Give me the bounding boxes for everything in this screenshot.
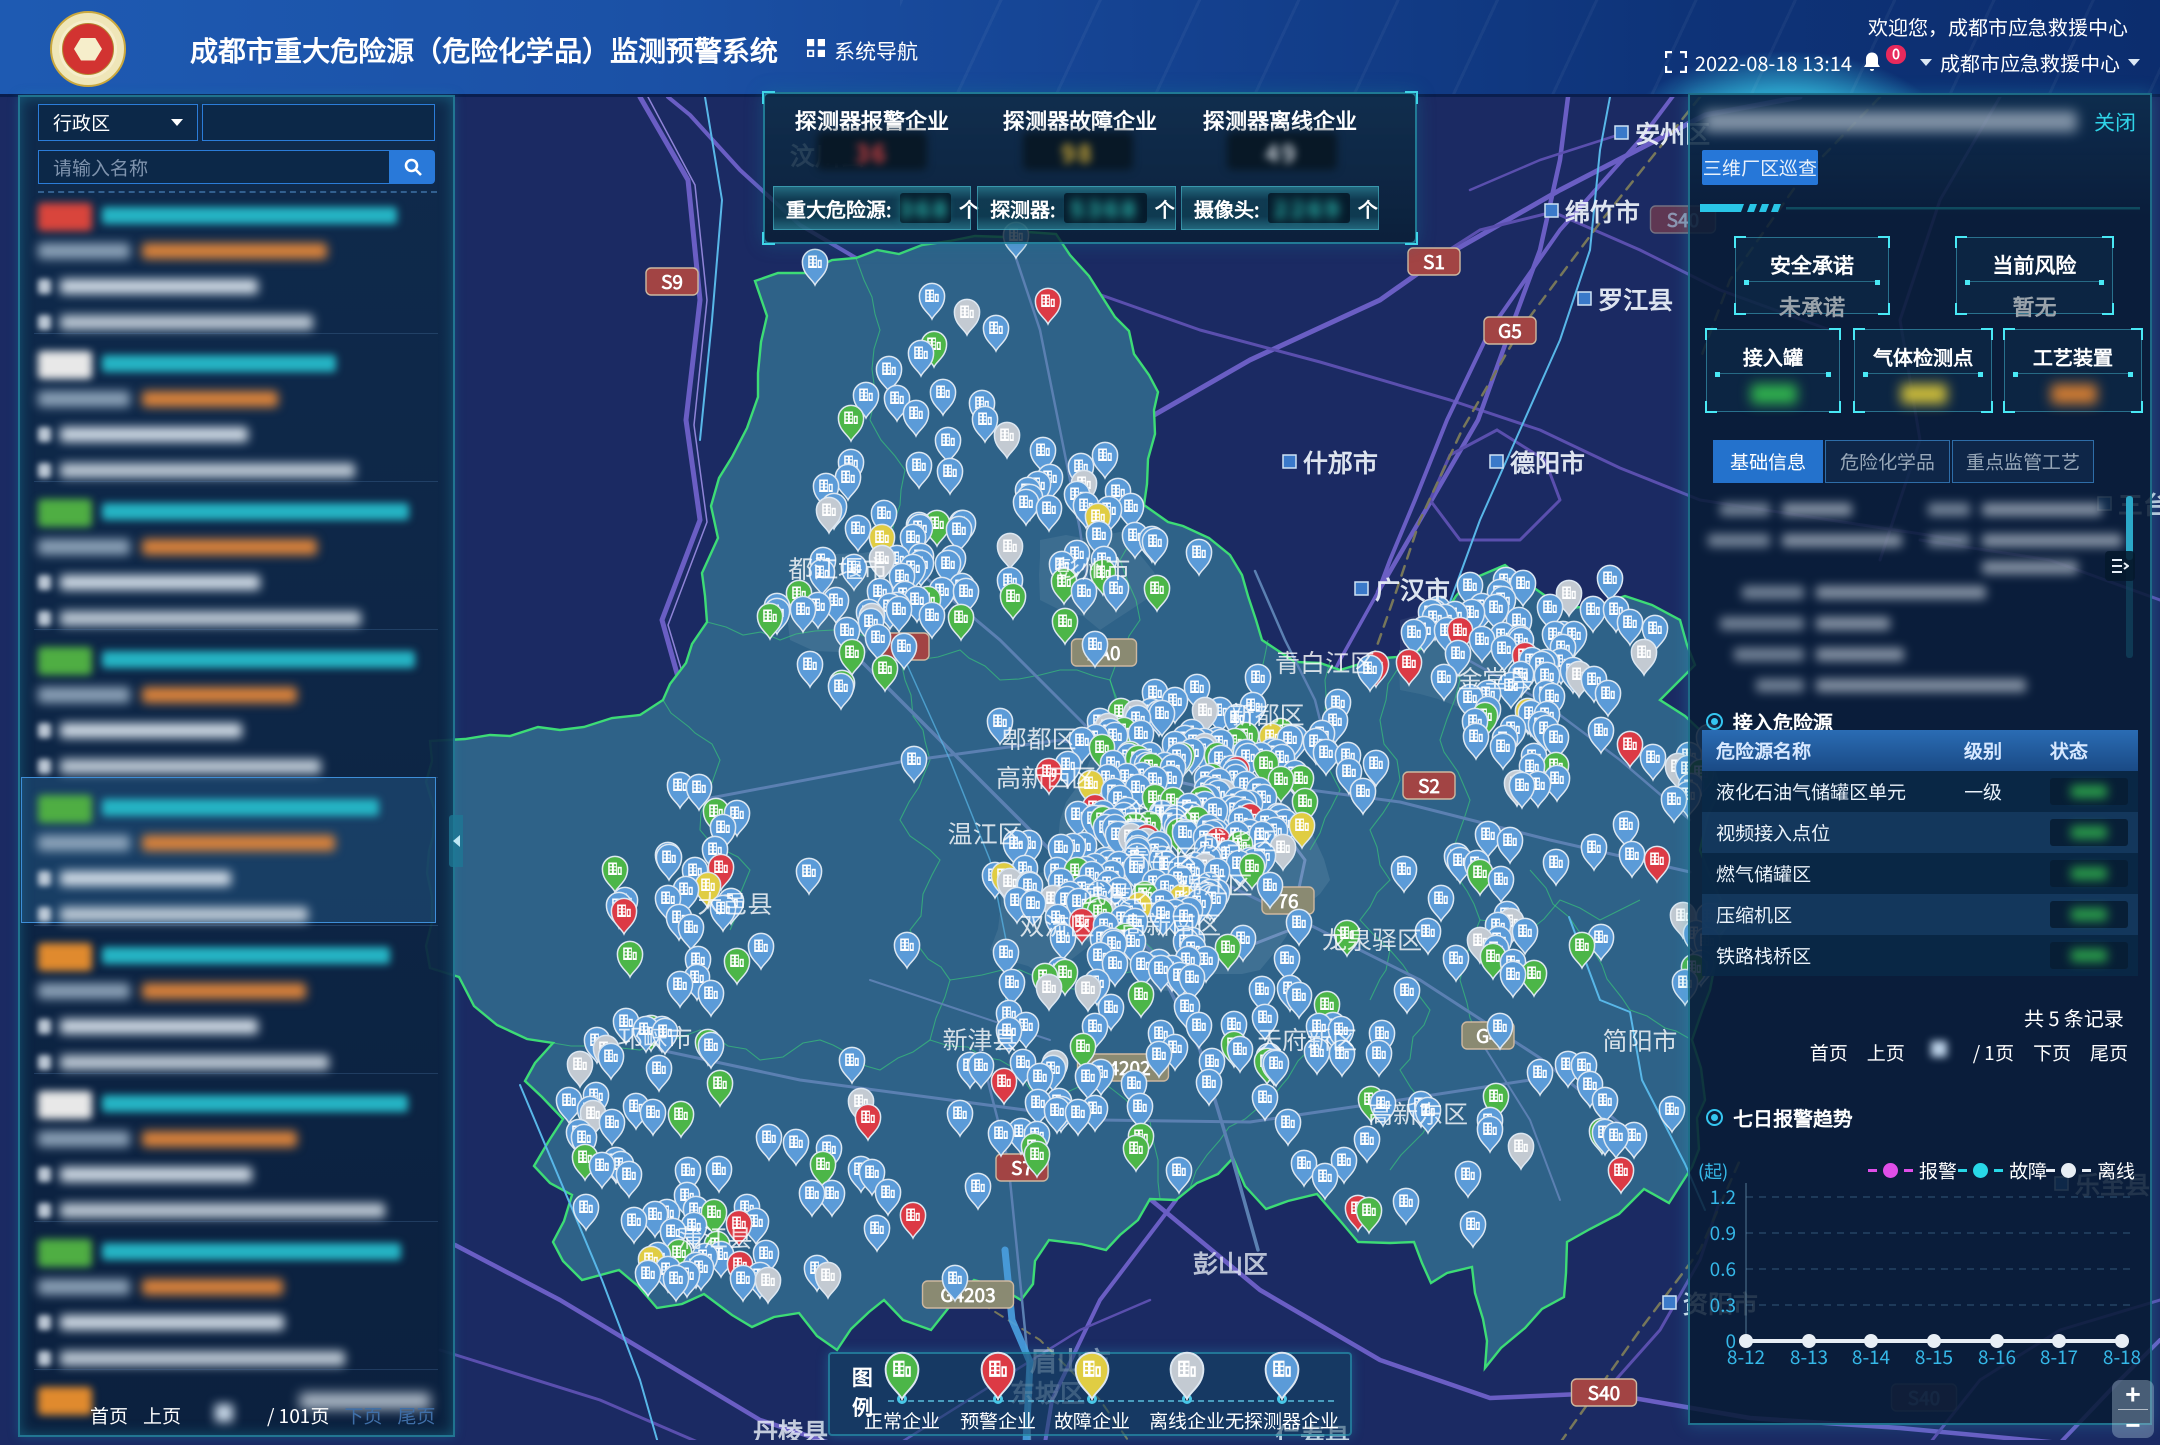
svg-text:0.9: 0.9 [1710, 1219, 1736, 1246]
svg-text:8-12: 8-12 [1727, 1343, 1765, 1365]
svg-text:高新南区: 高新南区 [1121, 906, 1221, 942]
svg-text:大邑县: 大邑县 [697, 885, 772, 921]
svg-text:新津县: 新津县 [942, 1021, 1017, 1057]
svg-text:8-14: 8-14 [1852, 1343, 1890, 1365]
svg-text:0.6: 0.6 [1710, 1255, 1736, 1282]
svg-text:德阳市: 德阳市 [1509, 444, 1585, 480]
svg-text:高新东区: 高新东区 [1368, 1095, 1468, 1131]
svg-text:绵竹市: 绵竹市 [1565, 193, 1640, 229]
svg-text:丹棱县: 丹棱县 [753, 1413, 828, 1440]
svg-text:广汉市: 广汉市 [1374, 571, 1450, 607]
svg-text:高新西区: 高新西区 [996, 759, 1096, 795]
svg-text:0.3: 0.3 [1710, 1291, 1736, 1318]
svg-text:简阳市: 简阳市 [1602, 1022, 1677, 1058]
svg-text:邛崃市: 邛崃市 [617, 1019, 692, 1055]
svg-text:青白江区: 青白江区 [1275, 644, 1375, 680]
svg-text:锦江区: 锦江区 [1177, 866, 1252, 902]
svg-text:S9: S9 [661, 268, 683, 295]
svg-text:新都区: 新都区 [1229, 696, 1304, 732]
svg-text:天府新区: 天府新区 [1257, 1021, 1357, 1057]
svg-text:彭山区: 彭山区 [1193, 1245, 1268, 1281]
svg-text:S1: S1 [1423, 248, 1445, 275]
svg-text:S2: S2 [1418, 772, 1440, 799]
svg-text:什邡市: 什邡市 [1303, 444, 1378, 480]
svg-text:1.2: 1.2 [1710, 1183, 1736, 1210]
svg-text:S40: S40 [1588, 1379, 1620, 1406]
svg-text:成华区: 成华区 [1201, 822, 1276, 858]
svg-text:郫都区: 郫都区 [1001, 720, 1076, 756]
svg-text:G5: G5 [1498, 317, 1522, 344]
svg-text:8-16: 8-16 [1978, 1343, 2016, 1365]
svg-text:8-15: 8-15 [1915, 1343, 1953, 1365]
svg-text:金牛区: 金牛区 [1123, 793, 1198, 829]
svg-text:双流区: 双流区 [1019, 907, 1094, 943]
svg-text:8-18: 8-18 [2103, 1343, 2141, 1365]
svg-text:都江堰市: 都江堰市 [788, 550, 888, 586]
svg-text:8-13: 8-13 [1790, 1343, 1828, 1365]
svg-text:蒲江县: 蒲江县 [677, 1219, 752, 1255]
svg-text:龙泉驿区: 龙泉驿区 [1322, 921, 1422, 957]
svg-text:彭州市: 彭州市 [1055, 550, 1130, 586]
svg-text:罗江县: 罗江县 [1598, 281, 1673, 317]
svg-text:金堂县: 金堂县 [1457, 660, 1532, 696]
svg-text:8-17: 8-17 [2040, 1343, 2078, 1365]
svg-text:温江区: 温江区 [947, 815, 1022, 851]
